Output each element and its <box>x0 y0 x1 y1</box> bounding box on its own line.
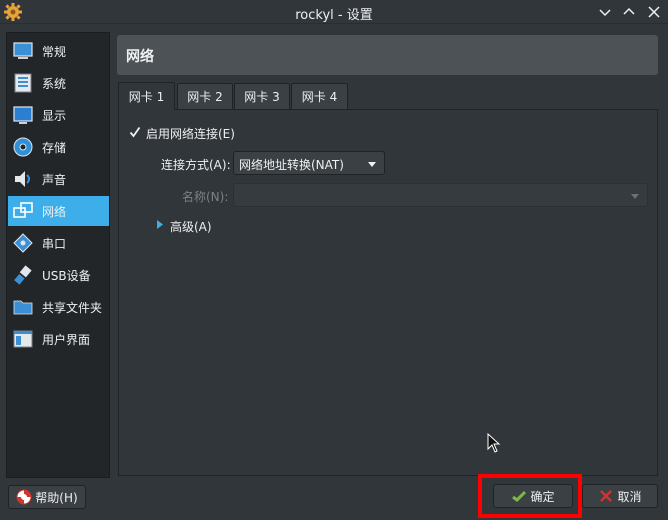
mouse-cursor-icon <box>487 433 501 453</box>
sidebar-item-label: 常规 <box>42 44 67 59</box>
tab-label: 网卡 4 <box>301 90 338 104</box>
window-title: rockyl - 设置 <box>295 8 373 23</box>
cancel-button-label: 取消 <box>617 489 642 504</box>
tab-label: 网卡 1 <box>128 90 165 104</box>
chevron-up-icon[interactable] <box>620 3 638 21</box>
checkmark-icon <box>129 126 141 138</box>
close-icon[interactable] <box>645 3 663 21</box>
tab-adapter-3[interactable]: 网卡 3 <box>234 83 290 109</box>
sidebar-item-serial-port[interactable]: 串口 <box>8 228 109 258</box>
chevron-down-icon <box>368 162 376 167</box>
settings-sidebar: 常规 系统 显示 存储 声音 网络 串口 USB设备 共享文件夹 用户界面 <box>6 32 110 478</box>
sidebar-item-label: 网络 <box>42 204 67 219</box>
sidebar-item-label: 共享文件夹 <box>42 300 103 315</box>
title-bar: rockyl - 设置 <box>0 0 668 24</box>
enable-adapter-label[interactable]: 启用网络连接(E) <box>146 125 235 142</box>
sidebar-item-shared-folder[interactable]: 共享文件夹 <box>8 292 109 322</box>
sidebar-item-label: 用户界面 <box>42 332 91 347</box>
general-icon <box>13 42 33 59</box>
ok-button-highlight-box <box>478 474 582 518</box>
sidebar-item-storage[interactable]: 存储 <box>8 132 109 162</box>
help-button[interactable]: 帮助(H) <box>8 485 86 509</box>
system-icon <box>14 73 32 93</box>
shared-folder-icon <box>13 300 33 315</box>
chevron-down-icon[interactable] <box>596 3 614 21</box>
advanced-toggle[interactable]: 高级(A) <box>170 218 212 235</box>
tab-label: 网卡 2 <box>187 90 223 104</box>
attached-to-select[interactable]: 网络地址转换(NAT) <box>233 151 385 175</box>
page-title: 网络 <box>126 49 154 65</box>
page-header: 网络 <box>117 35 658 75</box>
sidebar-item-audio[interactable]: 声音 <box>8 164 109 194</box>
tab-adapter-4[interactable]: 网卡 4 <box>291 83 348 109</box>
sidebar-item-general[interactable]: 常规 <box>8 36 109 66</box>
sidebar-item-label: 存储 <box>42 140 67 155</box>
sidebar-item-label: USB设备 <box>42 268 91 283</box>
sidebar-item-label: 系统 <box>42 76 67 91</box>
enable-adapter-checkbox[interactable] <box>128 125 142 139</box>
serial-port-icon <box>13 233 33 253</box>
chevron-down-icon <box>631 194 639 199</box>
sidebar-item-display[interactable]: 显示 <box>8 100 109 130</box>
user-interface-icon <box>13 330 33 348</box>
sidebar-item-usb[interactable]: USB设备 <box>8 260 109 290</box>
attached-to-value: 网络地址转换(NAT) <box>239 158 344 172</box>
cancel-button[interactable]: 取消 <box>582 484 658 508</box>
sidebar-item-user-interface[interactable]: 用户界面 <box>8 324 109 354</box>
help-button-label: 帮助(H) <box>35 490 78 505</box>
name-select[interactable] <box>233 183 648 207</box>
network-icon <box>13 202 33 218</box>
sidebar-item-system[interactable]: 系统 <box>8 68 109 98</box>
display-icon <box>13 106 33 124</box>
tab-adapter-2[interactable]: 网卡 2 <box>177 83 233 109</box>
name-label: 名称(N): <box>182 190 229 204</box>
help-lifebuoy-icon <box>16 489 32 505</box>
sidebar-item-network[interactable]: 网络 <box>8 196 109 226</box>
expand-arrow-icon[interactable] <box>156 220 164 229</box>
cancel-x-icon <box>600 490 613 502</box>
sidebar-item-label: 声音 <box>42 172 67 187</box>
usb-icon <box>14 265 32 285</box>
storage-icon <box>13 137 33 157</box>
attached-to-label: 连接方式(A): <box>161 158 231 172</box>
sidebar-item-label: 显示 <box>42 108 67 123</box>
sidebar-item-label: 串口 <box>42 236 67 251</box>
tab-adapter-1[interactable]: 网卡 1 <box>118 82 175 110</box>
tab-label: 网卡 3 <box>244 90 280 104</box>
audio-icon <box>15 171 30 187</box>
